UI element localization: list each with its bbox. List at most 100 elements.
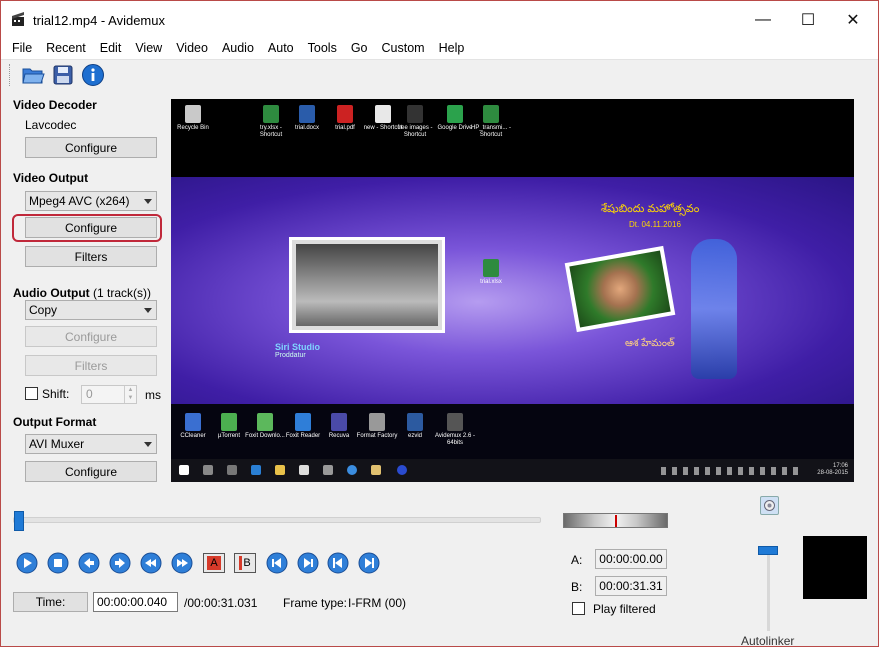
jog-shuttle[interactable] bbox=[563, 513, 668, 528]
current-time-field[interactable]: 00:00:00.040 bbox=[93, 592, 178, 612]
menu-auto[interactable]: Auto bbox=[261, 39, 301, 59]
next-frame-icon[interactable] bbox=[109, 552, 131, 574]
open-folder-icon[interactable] bbox=[21, 63, 45, 87]
output-format-select[interactable]: AVI Muxer bbox=[25, 434, 157, 454]
fast-forward-icon[interactable] bbox=[171, 552, 193, 574]
output-format-heading: Output Format bbox=[13, 415, 97, 429]
video-output-heading: Video Output bbox=[13, 171, 89, 185]
window-title: trial12.mp4 - Avidemux bbox=[33, 13, 165, 28]
preview-taskbar-app: ezvid bbox=[393, 413, 437, 440]
chevron-down-icon bbox=[144, 442, 152, 447]
preview-taskbar-app-label: Format Factory bbox=[356, 433, 398, 439]
set-marker-a-icon: A bbox=[207, 556, 221, 570]
desktop-app-icon bbox=[185, 413, 201, 431]
preview-desktop-icon-label: trial.docx bbox=[294, 125, 319, 131]
go-to-start-icon[interactable] bbox=[327, 552, 349, 574]
maximize-button[interactable]: ☐ bbox=[785, 1, 831, 39]
desktop-app-icon bbox=[257, 413, 273, 431]
excel-file-icon bbox=[483, 259, 499, 277]
volume-slider-thumb[interactable] bbox=[758, 546, 778, 555]
preview-taskbar-app-label: ezvid bbox=[407, 433, 422, 439]
preview-desktop-icon-label: trial.pdf bbox=[335, 125, 355, 131]
close-icon: ✕ bbox=[846, 12, 860, 29]
preview-desktop-icon: free images - Shortcut bbox=[393, 105, 437, 139]
go-to-end-icon[interactable] bbox=[358, 552, 380, 574]
desktop-app-icon bbox=[407, 413, 423, 431]
marker-a-value: 00:00:00.00 bbox=[595, 549, 667, 569]
preview-desktop-icon-label: Recycle Bin bbox=[177, 125, 209, 131]
explorer-icon bbox=[275, 465, 285, 475]
video-decoder-codec: Lavcodec bbox=[25, 118, 77, 132]
total-duration: /00:00:31.031 bbox=[184, 596, 258, 610]
info-icon[interactable] bbox=[81, 63, 105, 87]
set-marker-b-button[interactable]: B bbox=[234, 553, 256, 573]
menu-go[interactable]: Go bbox=[344, 39, 375, 59]
menu-view[interactable]: View bbox=[128, 39, 169, 59]
minimize-button[interactable]: — bbox=[740, 1, 786, 39]
menu-help[interactable]: Help bbox=[432, 39, 472, 59]
shift-value: 0 bbox=[86, 387, 93, 401]
preview-desktop-icon-label: HP_transmi... - Shortcut bbox=[470, 125, 511, 138]
preview-krishna-figure bbox=[691, 239, 737, 379]
chevron-down-icon bbox=[144, 199, 152, 204]
desktop-file-icon bbox=[447, 105, 463, 123]
desktop-file-icon bbox=[185, 105, 201, 123]
folder-icon bbox=[371, 465, 381, 475]
audio-track-count: (1 track(s)) bbox=[92, 286, 151, 300]
audio-meter bbox=[803, 536, 867, 599]
jog-marker bbox=[615, 515, 617, 527]
previous-keyframe-icon[interactable] bbox=[266, 552, 288, 574]
speaker-icon[interactable] bbox=[760, 496, 779, 515]
close-button[interactable]: ✕ bbox=[830, 1, 876, 39]
time-button[interactable]: Time: bbox=[13, 592, 88, 612]
audio-configure-button[interactable]: Configure bbox=[25, 326, 157, 347]
menu-edit[interactable]: Edit bbox=[93, 39, 129, 59]
play-filtered-checkbox[interactable] bbox=[572, 602, 585, 615]
menu-video[interactable]: Video bbox=[169, 39, 215, 59]
play-icon[interactable] bbox=[16, 552, 38, 574]
shift-spinbox[interactable]: 0 ▲ ▼ bbox=[81, 385, 137, 404]
windows-start-icon bbox=[179, 465, 189, 475]
minimize-icon: — bbox=[755, 11, 771, 28]
taskbar-app-icon bbox=[323, 465, 333, 475]
preview-clock: 17:06 28-08-2015 bbox=[817, 463, 848, 477]
rewind-icon[interactable] bbox=[140, 552, 162, 574]
preview-desktop-icon-label: try.xlsx - Shortcut bbox=[259, 125, 283, 138]
desktop-app-icon bbox=[295, 413, 311, 431]
output-format-configure-button[interactable]: Configure bbox=[25, 461, 157, 482]
preview-telugu-title: శేషుబిందు మహోత్సవం Dt. 04.11.2016 bbox=[601, 203, 699, 230]
preview-photo-boy-image bbox=[296, 244, 438, 326]
menu-bar: File Recent Edit View Video Audio Auto T… bbox=[1, 39, 878, 59]
desktop-file-icon bbox=[263, 105, 279, 123]
frame-type-value: I-FRM (00) bbox=[348, 596, 406, 610]
menu-tools[interactable]: Tools bbox=[301, 39, 344, 59]
background-autolinker-text: Autolinker bbox=[741, 634, 795, 647]
preview-taskbar-app-label: Avidemux 2.6 - 64bits bbox=[435, 433, 475, 446]
save-icon[interactable] bbox=[51, 63, 75, 87]
previous-frame-icon[interactable] bbox=[78, 552, 100, 574]
video-decoder-configure-button[interactable]: Configure bbox=[25, 137, 157, 158]
menu-file[interactable]: File bbox=[5, 39, 39, 59]
menu-custom[interactable]: Custom bbox=[375, 39, 432, 59]
marker-b-label: B: bbox=[571, 580, 583, 594]
shift-checkbox[interactable] bbox=[25, 387, 38, 400]
toolbar-grip[interactable] bbox=[9, 64, 11, 86]
avidemux-app-icon bbox=[12, 12, 24, 26]
timeline-track[interactable] bbox=[13, 517, 541, 523]
timeline-slider-thumb[interactable] bbox=[13, 511, 24, 531]
video-output-select[interactable]: Mpeg4 AVC (x264) bbox=[25, 191, 157, 211]
volume-slider-track[interactable] bbox=[767, 546, 770, 631]
edge-icon bbox=[251, 465, 261, 475]
set-marker-a-button[interactable]: A bbox=[203, 553, 225, 573]
audio-output-select[interactable]: Copy bbox=[25, 300, 157, 320]
menu-recent[interactable]: Recent bbox=[39, 39, 93, 59]
play-filtered-label: Play filtered bbox=[593, 602, 656, 616]
preview-floating-icon-label: trial.xlsx bbox=[480, 279, 502, 285]
next-keyframe-icon[interactable] bbox=[297, 552, 319, 574]
stop-icon[interactable] bbox=[47, 552, 69, 574]
menu-audio[interactable]: Audio bbox=[215, 39, 261, 59]
video-filters-button[interactable]: Filters bbox=[25, 246, 157, 267]
audio-filters-button[interactable]: Filters bbox=[25, 355, 157, 376]
preview-clock-time: 17:06 bbox=[832, 463, 848, 469]
preview-telugu-date: Dt. 04.11.2016 bbox=[629, 220, 681, 229]
